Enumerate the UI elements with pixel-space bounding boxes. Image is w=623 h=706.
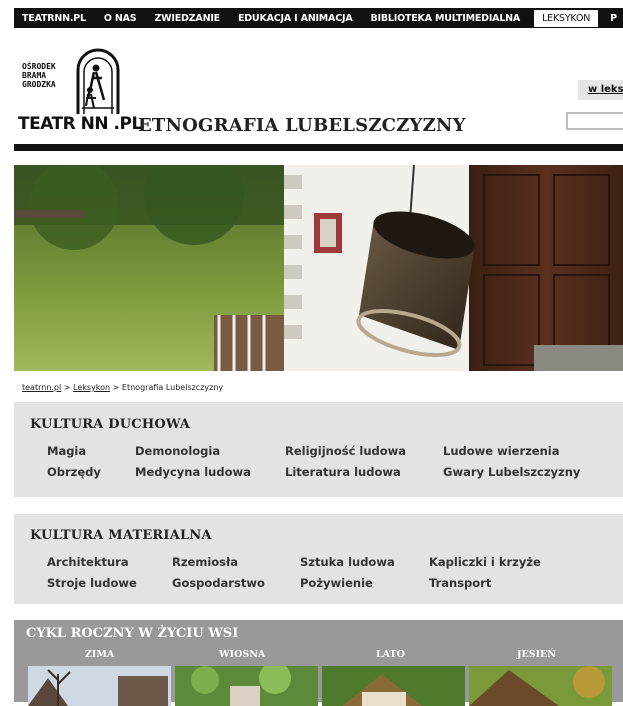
search-input[interactable] [566, 112, 623, 130]
link-obrzedy[interactable]: Obrzędy [47, 465, 101, 479]
section-title: CYKL ROCZNY W ŻYCIU WSI [26, 626, 239, 641]
link-kapliczki-i-krzyze[interactable]: Kapliczki i krzyże [429, 555, 541, 569]
link-magia[interactable]: Magia [47, 444, 86, 458]
banner-illustration [14, 165, 623, 371]
logo-brama-grodzka[interactable]: OŚRODEK BRAMA GRODZKA [22, 48, 128, 116]
banner-image [14, 165, 623, 371]
season-image-zima[interactable] [28, 666, 171, 706]
section-title: KULTURA DUCHOWA [30, 417, 191, 432]
link-gwary-lubelszczyzny[interactable]: Gwary Lubelszczyzny [443, 465, 580, 479]
link-sztuka-ludowa[interactable]: Sztuka ludowa [300, 555, 395, 569]
link-stroje-ludowe[interactable]: Stroje ludowe [47, 576, 137, 590]
season-label-jesien[interactable]: JESIEŃ [517, 649, 556, 660]
page-title: ETNOGRAFIA LUBELSZCZYZNY [138, 115, 466, 136]
season-image-lato[interactable] [322, 666, 465, 706]
link-pozywienie[interactable]: Pożywienie [300, 576, 373, 590]
spring-photo [175, 666, 318, 706]
top-navigation: TEATRNN.PL O NAS ZWIEDZANIE EDUKACJA I A… [14, 8, 623, 28]
nav-zwiedzanie[interactable]: ZWIEDZANIE [146, 13, 220, 24]
gate-arch-icon [76, 48, 120, 114]
logo-line-3: GRODZKA [22, 80, 56, 89]
breadcrumb-current: Etnografia Lubelszczyzny [121, 383, 224, 392]
season-image-jesien[interactable] [469, 666, 612, 706]
logo-line-2: BRAMA [22, 71, 47, 80]
logo-name[interactable]: TEATR NN .PL [18, 114, 142, 134]
search-lexicon-tab[interactable]: w leks [578, 80, 623, 100]
link-transport[interactable]: Transport [429, 576, 491, 590]
nav-biblioteka[interactable]: BIBLIOTEKA MULTIMEDIALNA [362, 13, 520, 24]
winter-photo [28, 666, 171, 706]
summer-photo [322, 666, 465, 706]
season-label-lato[interactable]: LATO [376, 649, 405, 660]
breadcrumb-separator: > [61, 383, 74, 392]
logo-text: OŚRODEK BRAMA GRODZKA [22, 62, 56, 89]
breadcrumb: teatrnn.pl > Leksykon > Etnografia Lubel… [22, 383, 223, 392]
link-rzemiosla[interactable]: Rzemiosła [172, 555, 238, 569]
season-label-wiosna[interactable]: WIOSNA [219, 649, 265, 660]
breadcrumb-home[interactable]: teatrnn.pl [22, 383, 61, 392]
season-label-zima[interactable]: ZIMA [85, 649, 114, 660]
nav-o-nas[interactable]: O NAS [96, 13, 137, 24]
material-culture-section: KULTURA MATERIALNA Architektura Rzemiosł… [14, 514, 623, 604]
annual-cycle-section: CYKL ROCZNY W ŻYCIU WSI ZIMA WIOSNA LATO… [14, 620, 623, 706]
logo-line-1: OŚRODEK [22, 62, 56, 71]
link-religijnosc-ludowa[interactable]: Religijność ludowa [285, 444, 406, 458]
link-architektura[interactable]: Architektura [47, 555, 129, 569]
section-title: KULTURA MATERIALNA [30, 528, 212, 543]
link-gospodarstwo[interactable]: Gospodarstwo [172, 576, 265, 590]
link-literatura-ludowa[interactable]: Literatura ludowa [285, 465, 401, 479]
season-image-wiosna[interactable] [175, 666, 318, 706]
nav-leksykon[interactable]: LEKSYKON [534, 9, 599, 27]
autumn-photo [469, 666, 612, 706]
link-ludowe-wierzenia[interactable]: Ludowe wierzenia [443, 444, 560, 458]
link-demonologia[interactable]: Demonologia [135, 444, 220, 458]
nav-teatrnn[interactable]: TEATRNN.PL [14, 13, 86, 24]
spiritual-culture-section: KULTURA DUCHOWA Magia Demonologia Religi… [14, 402, 623, 497]
nav-more[interactable]: P [602, 13, 617, 24]
header-divider [14, 144, 623, 151]
link-medycyna-ludowa[interactable]: Medycyna ludowa [135, 465, 251, 479]
breadcrumb-separator: > [110, 383, 122, 392]
nav-edukacja[interactable]: EDUKACJA I ANIMACJA [230, 13, 353, 24]
breadcrumb-leksykon[interactable]: Leksykon [73, 383, 110, 392]
